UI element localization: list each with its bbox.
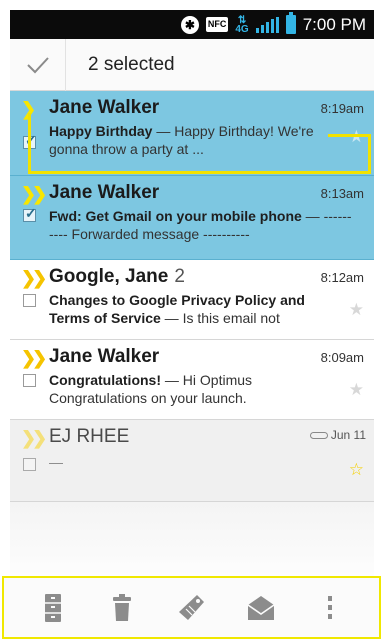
email-subject: Happy Birthday (49, 123, 153, 139)
email-subject: Congratulations! (49, 372, 161, 388)
email-time: 8:13am (320, 186, 364, 201)
thread-count: 2 (174, 266, 185, 287)
nfc-icon: NFC (205, 17, 229, 32)
email-sender: EJ RHEE (49, 426, 130, 447)
overflow-menu-button[interactable] (308, 586, 352, 630)
highlight-line (28, 113, 31, 173)
delete-icon (113, 593, 132, 621)
highlight-line (328, 134, 371, 137)
checkmark-icon: ✓ (25, 205, 37, 221)
selection-count: 2 selected (88, 53, 175, 75)
row-checkbox[interactable] (23, 374, 36, 387)
star-icon[interactable]: ★ (349, 380, 364, 400)
email-time: 8:12am (320, 270, 364, 285)
email-snippet: Fwd: Get Gmail on your mobile phone — --… (49, 207, 354, 243)
network-4g-icon: ⇅ 4G (235, 14, 249, 35)
importance-marker-icon[interactable]: ❯❯ (21, 428, 47, 449)
row-checkbox[interactable] (23, 294, 36, 307)
delete-button[interactable] (100, 586, 144, 630)
check-icon (26, 56, 49, 73)
star-icon[interactable]: ★ (349, 127, 364, 147)
importance-marker-icon[interactable]: ❯❯ (21, 348, 47, 369)
archive-icon (44, 593, 61, 622)
email-preview: — (49, 454, 63, 470)
email-snippet: Changes to Google Privacy Policy and Ter… (49, 291, 338, 327)
email-sender: Jane Walker (49, 182, 160, 203)
email-row[interactable]: ❯❯ Google, Jane 2 8:12am Changes to Googl… (10, 260, 374, 340)
importance-marker-icon[interactable]: ❯❯ (21, 184, 47, 205)
importance-marker-icon[interactable]: ❯❯ (21, 268, 47, 289)
row-checkbox[interactable]: ✓ (23, 205, 37, 222)
email-time: 8:09am (320, 350, 364, 365)
email-sender: Jane Walker (49, 97, 160, 118)
bluetooth-icon: ✱ (180, 15, 199, 34)
star-icon[interactable]: ☆ (349, 460, 364, 480)
row-checkbox[interactable] (23, 458, 36, 471)
status-bar: ✱ NFC ⇅ 4G 7:00 PM (10, 10, 374, 39)
email-row[interactable]: ❯❯ ✓ Jane Walker 8:13am Fwd: Get Gmail o… (10, 176, 374, 260)
email-subject: Fwd: Get Gmail on your mobile phone (49, 208, 302, 224)
overflow-menu-icon (328, 595, 333, 619)
done-selection-button[interactable] (10, 38, 66, 91)
email-row[interactable]: ❯❯ EJ RHEE Jun 11 — ☆ (10, 420, 374, 502)
battery-icon (285, 12, 296, 34)
signal-strength-icon (255, 16, 279, 33)
mark-unread-icon (247, 595, 275, 620)
email-sender: Jane Walker (49, 346, 160, 367)
email-time: Jun 11 (330, 428, 366, 442)
email-snippet: Congratulations! — Hi Optimus Congratula… (49, 371, 338, 407)
archive-button[interactable] (31, 586, 75, 630)
email-sender: Google, Jane 2 (49, 266, 185, 287)
label-button[interactable] (169, 586, 213, 630)
list-empty-area (10, 502, 374, 576)
bottom-action-bar (2, 576, 381, 639)
mark-unread-button[interactable] (239, 586, 283, 630)
label-icon (179, 594, 205, 620)
highlight-line (28, 171, 371, 174)
email-time: 8:19am (320, 101, 364, 116)
email-row[interactable]: ❯❯ Jane Walker 8:09am Congratulations! —… (10, 340, 374, 420)
status-time: 7:00 PM (302, 14, 366, 34)
attachment-icon (309, 431, 328, 439)
email-time-with-attachment: Jun 11 (309, 428, 366, 442)
email-row[interactable]: ❯ ✓ Jane Walker 8:19am Happy Birthday — … (10, 91, 374, 176)
email-snippet: Happy Birthday — Happy Birthday! We're g… (49, 122, 338, 158)
star-icon[interactable]: ★ (349, 300, 364, 320)
email-list[interactable]: ❯ ✓ Jane Walker 8:19am Happy Birthday — … (10, 91, 374, 502)
selection-action-bar: 2 selected (10, 38, 374, 91)
email-preview: — Is this email not (160, 310, 280, 326)
highlight-line (368, 134, 371, 174)
